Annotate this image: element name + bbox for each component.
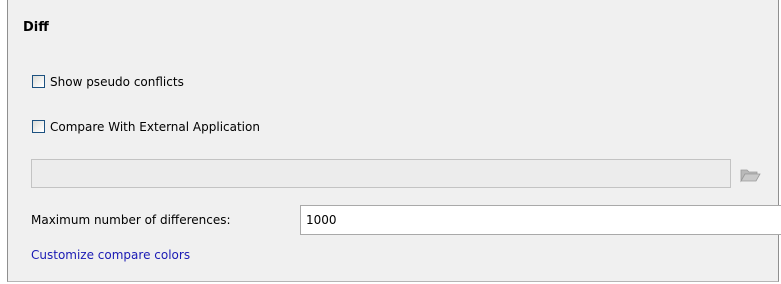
browse-button[interactable] — [736, 162, 764, 188]
max-differences-label: Maximum number of differences: — [31, 213, 231, 227]
show-pseudo-conflicts-label[interactable]: Show pseudo conflicts — [50, 75, 184, 89]
show-pseudo-conflicts-option[interactable]: Show pseudo conflicts — [32, 73, 184, 90]
show-pseudo-conflicts-checkbox[interactable] — [32, 75, 45, 88]
compare-external-checkbox[interactable] — [32, 120, 45, 133]
folder-icon — [740, 169, 761, 183]
section-title: Diff — [23, 20, 49, 35]
diff-preferences-panel: Diff Show pseudo conflicts Compare With … — [7, 0, 781, 282]
compare-external-option[interactable]: Compare With External Application — [32, 118, 260, 135]
max-differences-input[interactable] — [300, 205, 781, 235]
customize-compare-colors-link[interactable]: Customize compare colors — [31, 248, 190, 262]
compare-external-label[interactable]: Compare With External Application — [50, 120, 260, 134]
external-application-path-field[interactable] — [31, 159, 731, 188]
